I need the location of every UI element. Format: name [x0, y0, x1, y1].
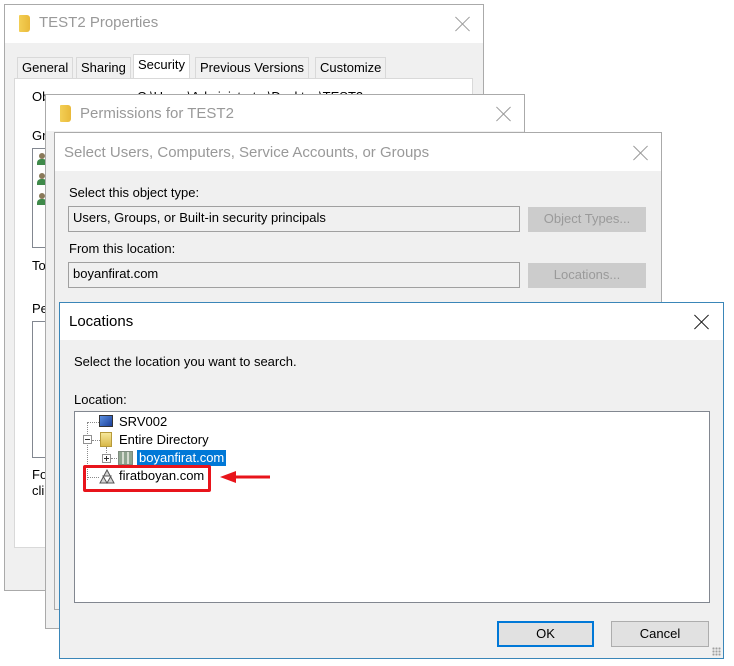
- properties-titlebar: TEST2 Properties: [5, 5, 483, 43]
- highlight-box: [83, 465, 211, 492]
- computer-icon: [99, 415, 113, 427]
- tab-security[interactable]: Security: [133, 54, 190, 79]
- tree-item-label: boyanfirat.com: [137, 450, 227, 466]
- select-users-title: Select Users, Computers, Service Account…: [64, 144, 430, 161]
- object-type-field: Users, Groups, or Built-in security prin…: [68, 206, 520, 232]
- locations-titlebar: Locations: [60, 303, 723, 340]
- select-users-titlebar: Select Users, Computers, Service Account…: [55, 133, 661, 171]
- locations-button[interactable]: Locations...: [528, 263, 646, 288]
- location-tree-label: Location:: [74, 392, 127, 407]
- tree-item-label: SRV002: [119, 414, 168, 429]
- properties-title: TEST2 Properties: [39, 14, 159, 31]
- expand-toggle[interactable]: [102, 454, 111, 463]
- tab-previous-versions[interactable]: Previous Versions: [195, 57, 310, 78]
- locations-close-icon[interactable]: [694, 314, 710, 330]
- permissions-title: Permissions for TEST2: [80, 105, 234, 122]
- locations-instruction: Select the location you want to search.: [74, 354, 297, 369]
- cancel-button[interactable]: Cancel: [611, 621, 709, 647]
- tree-item-label: Entire Directory: [119, 432, 209, 447]
- tab-customize[interactable]: Customize: [315, 57, 387, 78]
- folder-icon: [19, 15, 30, 32]
- object-type-label: Select this object type:: [69, 185, 200, 200]
- footer-text-line2: cli: [32, 483, 45, 498]
- properties-close-icon[interactable]: [455, 16, 471, 32]
- permissions-titlebar: Permissions for TEST2: [46, 95, 524, 131]
- select-users-close-icon[interactable]: [633, 145, 649, 161]
- domain-icon: [118, 451, 133, 465]
- location-field: boyanfirat.com: [68, 262, 520, 288]
- object-types-button[interactable]: Object Types...: [528, 207, 646, 232]
- locations-title: Locations: [69, 313, 134, 330]
- tab-sharing[interactable]: Sharing: [76, 57, 131, 78]
- directory-icon: [100, 432, 112, 447]
- resize-grip-icon[interactable]: [712, 647, 721, 656]
- location-label: From this location:: [69, 241, 176, 256]
- tree-item-srv002[interactable]: SRV002: [99, 414, 199, 432]
- to-label: To: [32, 258, 46, 273]
- folder-icon: [60, 105, 71, 122]
- tree-item-entire-directory[interactable]: Entire Directory: [99, 432, 229, 450]
- tab-general[interactable]: General: [17, 57, 74, 78]
- location-tree[interactable]: SRV002 Entire Directory boyanfirat.com f…: [74, 411, 710, 603]
- red-arrow-icon: [220, 471, 270, 483]
- tree-connector: [87, 422, 99, 423]
- permissions-close-icon[interactable]: [496, 106, 512, 122]
- ok-button[interactable]: OK: [497, 621, 594, 647]
- collapse-toggle[interactable]: [83, 435, 92, 444]
